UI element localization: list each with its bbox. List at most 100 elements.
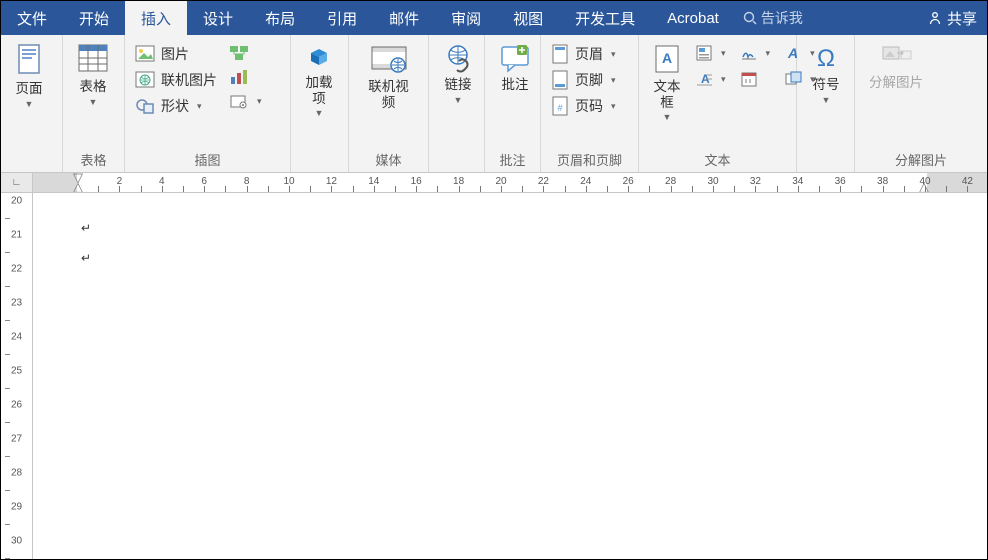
- vruler-minor-tick: [5, 388, 10, 389]
- header-label: 页眉: [575, 44, 603, 64]
- chevron-down-icon: ▼: [822, 95, 831, 105]
- share-button[interactable]: 共享: [917, 1, 987, 35]
- screenshot-button[interactable]: ▾: [227, 91, 264, 111]
- smartart-button[interactable]: [227, 43, 264, 63]
- online-picture-icon: [135, 71, 155, 89]
- symbol-icon: Ω: [811, 43, 841, 73]
- tab-references[interactable]: 引用: [311, 1, 373, 35]
- quickparts-icon: [695, 44, 713, 62]
- quick-parts-button[interactable]: ▾: [693, 43, 728, 63]
- screenshot-icon: [229, 92, 249, 110]
- hanging-indent-icon[interactable]: △: [73, 179, 83, 192]
- decompose-picture-button[interactable]: 分解图片: [863, 41, 929, 93]
- vruler-minor-tick: [5, 558, 10, 559]
- tab-view[interactable]: 视图: [497, 1, 559, 35]
- comment-icon: [499, 43, 531, 73]
- addins-label: 加载 项: [306, 75, 333, 106]
- chevron-down-icon: ▾: [197, 101, 202, 112]
- tab-mail[interactable]: 邮件: [373, 1, 435, 35]
- tab-selector[interactable]: ∟: [1, 173, 33, 192]
- vruler-minor-tick: [5, 252, 10, 253]
- tell-me-search[interactable]: 告诉我: [735, 1, 811, 35]
- group-media-label: 媒体: [349, 150, 428, 172]
- vruler-minor-tick: [5, 320, 10, 321]
- dropcap-button[interactable]: A▾: [693, 69, 728, 89]
- textbox-button[interactable]: A 文本框 ▼: [647, 41, 687, 124]
- shapes-button[interactable]: 形状▾: [133, 95, 219, 117]
- picture-button[interactable]: 图片: [133, 43, 219, 65]
- tab-design[interactable]: 设计: [187, 1, 249, 35]
- comment-button[interactable]: 批注: [493, 41, 537, 95]
- vruler-minor-tick: [5, 422, 10, 423]
- video-icon: [369, 43, 409, 75]
- addins-button[interactable]: 加载 项 ▼: [299, 41, 339, 120]
- chevron-down-icon: ▾: [611, 101, 616, 112]
- ribbon: 页面 ▼ 表格 ▼ 表格 图片 联机图片: [1, 35, 987, 173]
- group-table-label: 表格: [63, 150, 124, 172]
- header-button[interactable]: 页眉 ▾: [549, 43, 618, 65]
- link-label: 链接: [445, 77, 472, 92]
- vruler-minor-tick: [5, 286, 10, 287]
- pages-label: 页面: [16, 81, 43, 96]
- table-button[interactable]: 表格 ▼: [71, 41, 115, 109]
- vruler-minor-tick: [5, 490, 10, 491]
- datetime-icon: [740, 70, 758, 88]
- header-icon: [551, 44, 569, 64]
- comment-label: 批注: [502, 77, 529, 92]
- shapes-icon: [135, 97, 155, 115]
- vruler-tick: 28: [11, 468, 22, 479]
- online-picture-button[interactable]: 联机图片: [133, 69, 219, 91]
- tab-acrobat[interactable]: Acrobat: [651, 1, 735, 35]
- tab-layout[interactable]: 布局: [249, 1, 311, 35]
- symbol-label: 符号: [813, 77, 840, 92]
- group-header-footer-label: 页眉和页脚: [541, 150, 638, 172]
- tab-review[interactable]: 审阅: [435, 1, 497, 35]
- date-time-button[interactable]: [738, 69, 773, 89]
- tab-insert[interactable]: 插入: [125, 1, 187, 35]
- tab-home[interactable]: 开始: [63, 1, 125, 35]
- signature-button[interactable]: ▾: [738, 43, 773, 63]
- video-label: 联机视频: [368, 79, 409, 110]
- vertical-ruler[interactable]: 2021222324252627282930: [1, 193, 33, 559]
- pages-button[interactable]: 页面 ▼: [9, 41, 49, 111]
- decompose-label: 分解图片: [869, 75, 923, 90]
- vruler-tick: 23: [11, 298, 22, 309]
- tab-developer[interactable]: 开发工具: [559, 1, 651, 35]
- page-surface[interactable]: ↵ ↵: [33, 193, 987, 559]
- online-video-button[interactable]: 联机视频: [357, 41, 420, 112]
- paragraph-mark-icon: ↵: [81, 221, 91, 235]
- horizontal-ruler[interactable]: ▽ △ △ 2468101214161820222426283032343638…: [33, 173, 987, 192]
- vruler-tick: 24: [11, 332, 22, 343]
- paragraph-mark-icon: ↵: [81, 251, 91, 265]
- svg-text:Ω: Ω: [817, 45, 835, 72]
- picture-label: 图片: [161, 44, 189, 64]
- table-label: 表格: [80, 79, 107, 94]
- menu-tabs: 文件 开始 插入 设计 布局 引用 邮件 审阅 视图 开发工具 Acrobat …: [1, 1, 987, 35]
- addins-icon: [305, 43, 333, 71]
- symbol-button[interactable]: Ω 符号 ▼: [805, 41, 847, 107]
- vruler-minor-tick: [5, 456, 10, 457]
- tell-me-label: 告诉我: [761, 8, 803, 28]
- links-button[interactable]: 链接 ▼: [437, 41, 479, 107]
- chevron-down-icon: ▼: [89, 97, 98, 107]
- chevron-down-icon: ▼: [315, 108, 324, 118]
- group-decompose-label: 分解图片: [855, 150, 987, 172]
- chevron-down-icon: ▼: [663, 112, 672, 122]
- page-number-button[interactable]: #页码▾: [549, 95, 618, 117]
- signature-icon: [740, 44, 758, 62]
- page-icon: [15, 43, 43, 77]
- table-icon: [77, 43, 109, 75]
- chevron-down-icon: ▾: [611, 49, 616, 60]
- document-area: 2021222324252627282930 ↵ ↵: [1, 193, 987, 559]
- tab-file[interactable]: 文件: [1, 1, 63, 35]
- chart-button[interactable]: [227, 67, 264, 87]
- footer-button[interactable]: 页脚▾: [549, 69, 618, 91]
- chevron-down-icon: ▾: [611, 75, 616, 86]
- chevron-down-icon: ▾: [766, 48, 771, 59]
- ruler-right-margin: [927, 173, 987, 192]
- chevron-down-icon: ▼: [25, 99, 34, 109]
- picture-icon: [135, 45, 155, 63]
- vruler-minor-tick: [5, 218, 10, 219]
- chart-icon: [229, 68, 249, 86]
- footer-icon: [551, 70, 569, 90]
